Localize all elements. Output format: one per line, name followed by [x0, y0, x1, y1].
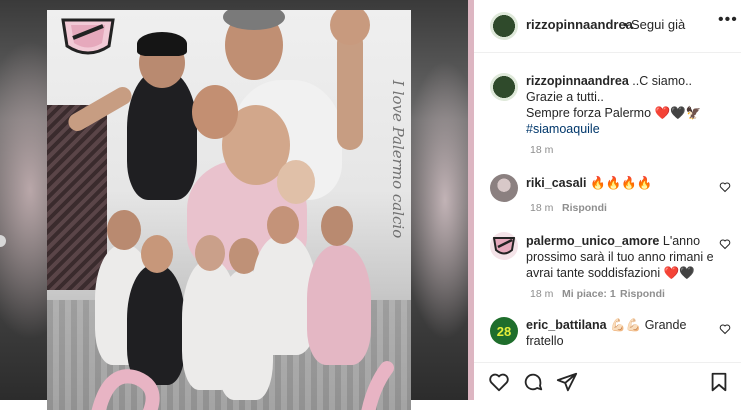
comment-like-icon[interactable]: [719, 323, 731, 335]
caption-username[interactable]: rizzopinnaandrea: [526, 74, 629, 88]
post-action-bar: [474, 362, 741, 401]
author-username[interactable]: rizzopinnaandrea: [526, 17, 633, 32]
commenter-avatar[interactable]: [490, 174, 518, 202]
raised-fist: [330, 10, 370, 45]
player-head: [107, 210, 141, 250]
caption-line2: Grazie a tutti..: [526, 90, 604, 104]
likes-count[interactable]: Mi piace: 1: [562, 288, 616, 300]
stadium-stands: [47, 105, 107, 290]
bookmark-icon[interactable]: [708, 371, 730, 393]
comment-username[interactable]: palermo_unico_amore: [526, 234, 659, 248]
player-head: [141, 235, 173, 273]
comment-time[interactable]: 18 m: [530, 202, 553, 214]
caption: rizzopinnaandrea ..C siamo.. Grazie a tu…: [526, 73, 726, 137]
backdrop-blur-right: [400, 60, 474, 340]
figure-head: [192, 85, 238, 139]
header-separator: •: [623, 17, 628, 32]
heart-outline-icon[interactable]: [488, 371, 510, 393]
commenter-avatar[interactable]: 28: [490, 317, 518, 345]
poster-slogan: I love Palermo calcio: [389, 80, 407, 239]
player-jersey-pink: [307, 245, 371, 365]
author-avatar[interactable]: [490, 12, 518, 40]
comment-text: 🔥🔥🔥🔥: [589, 176, 653, 190]
comment: riki_casali 🔥🔥🔥🔥: [526, 175, 726, 191]
comment-like-icon[interactable]: [719, 181, 731, 193]
paper-plane-icon[interactable]: [556, 371, 578, 393]
post-side-panel: rizzopinnaandrea • Segui già ••• rizzopi…: [474, 0, 741, 400]
comment: eric_battilana 💪🏻💪🏻 Grande fratello: [526, 317, 726, 349]
palermo-crest-icon: [492, 237, 516, 255]
caption-line1: ..C siamo..: [632, 74, 693, 88]
comment-username[interactable]: riki_casali: [526, 176, 586, 190]
palermo-crest-logo: [61, 18, 115, 55]
comment: palermo_unico_amore L'anno prossimo sarà…: [526, 233, 726, 281]
comment-bubble-icon[interactable]: [522, 371, 544, 393]
player-head: [195, 235, 225, 271]
commenter-avatar[interactable]: [490, 232, 518, 260]
comment-emojis: ❤️🖤: [663, 266, 695, 280]
svg-text:28: 28: [497, 324, 511, 339]
figure-coach-left: [127, 70, 197, 200]
post-image[interactable]: I love Palermo calcio: [47, 10, 411, 410]
reply-button[interactable]: Rispondi: [562, 202, 607, 214]
raised-arm: [337, 30, 363, 150]
player-head: [321, 206, 353, 246]
following-button[interactable]: Segui già: [631, 17, 685, 32]
comment-time[interactable]: 18 m: [530, 288, 553, 300]
more-options-icon[interactable]: •••: [718, 11, 738, 29]
caption-emojis: ❤️🖤🦅: [654, 106, 702, 120]
figure-head: [277, 160, 315, 204]
caption-time[interactable]: 18 m: [530, 144, 553, 156]
comment-username[interactable]: eric_battilana: [526, 318, 607, 332]
comment-like-icon[interactable]: [719, 238, 731, 250]
caption-avatar[interactable]: [490, 73, 518, 101]
caption-hashtag[interactable]: #siamoaquile: [526, 122, 600, 136]
comment-emojis: 💪🏻💪🏻: [610, 318, 642, 332]
post-header: rizzopinnaandrea • Segui già •••: [474, 0, 741, 53]
beanie-hat: [137, 32, 187, 56]
pink-script-lettering: [91, 361, 394, 410]
player-head: [267, 206, 299, 244]
jersey-number-badge: 28: [491, 318, 517, 344]
caption-line3: Sempre forza Palermo: [526, 106, 652, 120]
reply-button[interactable]: Rispondi: [620, 288, 665, 300]
